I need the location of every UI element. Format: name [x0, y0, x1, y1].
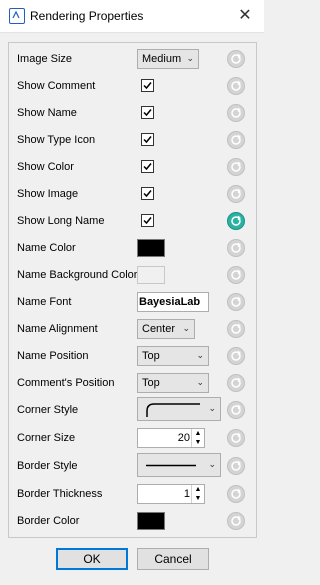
corner-size-value: 20	[177, 432, 190, 444]
name-color-label: Name Color	[17, 242, 76, 254]
chevron-down-icon: ⌄	[186, 53, 194, 63]
comments-position-label: Comment's Position	[17, 377, 115, 389]
reset-icon[interactable]	[227, 131, 245, 149]
name-alignment-label: Name Alignment	[17, 323, 98, 335]
reset-icon[interactable]	[227, 104, 245, 122]
name-position-value: Top	[142, 350, 160, 362]
reset-icon[interactable]	[227, 212, 245, 230]
row-show-long-name: Show Long Name	[9, 211, 256, 231]
spin-up-icon[interactable]: ▲	[191, 485, 204, 494]
corner-size-spinner[interactable]: 20 ▲ ▼	[137, 428, 205, 448]
image-size-select[interactable]: Medium ⌄	[137, 49, 199, 69]
row-show-name: Show Name	[9, 103, 256, 123]
show-image-label: Show Image	[17, 188, 79, 200]
row-name-position: Name Position Top ⌄	[9, 346, 256, 366]
show-long-name-checkbox[interactable]	[141, 214, 154, 227]
chevron-down-icon: ⌄	[182, 323, 190, 333]
comments-position-value: Top	[142, 377, 160, 389]
name-color-swatch[interactable]	[137, 239, 165, 257]
window-title: Rendering Properties	[30, 9, 144, 23]
close-button[interactable]: ✕	[226, 0, 264, 32]
show-type-icon-checkbox[interactable]	[141, 133, 154, 146]
reset-icon[interactable]	[227, 185, 245, 203]
image-size-label: Image Size	[17, 53, 73, 65]
reset-icon[interactable]	[227, 50, 245, 68]
reset-icon[interactable]	[227, 485, 245, 503]
row-show-comment: Show Comment	[9, 76, 256, 96]
chevron-down-icon: ⌄	[196, 350, 204, 360]
reset-icon[interactable]	[227, 293, 245, 311]
row-name-background-color: Name Background Color	[9, 265, 256, 285]
name-font-value: BayesiaLab	[139, 296, 201, 308]
name-background-color-label: Name Background Color	[17, 269, 138, 281]
chevron-down-icon: ⌄	[208, 459, 216, 469]
spin-down-icon[interactable]: ▼	[191, 494, 204, 503]
reset-icon[interactable]	[227, 457, 245, 475]
corner-size-label: Corner Size	[17, 432, 76, 444]
row-name-alignment: Name Alignment Center ⌄	[9, 319, 256, 339]
border-color-swatch[interactable]	[137, 512, 165, 530]
show-color-checkbox[interactable]	[141, 160, 154, 173]
show-type-icon-label: Show Type Icon	[17, 134, 96, 146]
show-comment-checkbox[interactable]	[141, 79, 154, 92]
row-name-color: Name Color	[9, 238, 256, 258]
show-name-checkbox[interactable]	[141, 106, 154, 119]
name-alignment-select[interactable]: Center ⌄	[137, 319, 195, 339]
app-icon	[9, 8, 25, 24]
name-font-button[interactable]: BayesiaLab	[137, 292, 209, 312]
reset-icon[interactable]	[227, 401, 245, 419]
reset-icon[interactable]	[227, 374, 245, 392]
row-border-style: Border Style ⌄	[9, 453, 256, 479]
row-show-type-icon: Show Type Icon	[9, 130, 256, 150]
name-position-label: Name Position	[17, 350, 89, 362]
solid-line-preview-icon	[146, 464, 196, 467]
show-color-label: Show Color	[17, 161, 74, 173]
spin-up-icon[interactable]: ▲	[191, 429, 204, 438]
name-position-select[interactable]: Top ⌄	[137, 346, 209, 366]
chevron-down-icon: ⌄	[208, 403, 216, 413]
row-show-color: Show Color	[9, 157, 256, 177]
reset-icon[interactable]	[227, 512, 245, 530]
ok-button[interactable]: OK	[56, 548, 128, 570]
row-show-image: Show Image	[9, 184, 256, 204]
row-name-font: Name Font BayesiaLab	[9, 292, 256, 312]
cancel-button[interactable]: Cancel	[137, 548, 209, 570]
corner-style-select[interactable]: ⌄	[137, 397, 221, 421]
border-style-label: Border Style	[17, 460, 78, 472]
name-alignment-value: Center	[142, 323, 176, 335]
reset-icon[interactable]	[227, 158, 245, 176]
row-corner-size: Corner Size 20 ▲ ▼	[9, 428, 256, 448]
show-long-name-label: Show Long Name	[17, 215, 105, 227]
comments-position-select[interactable]: Top ⌄	[137, 373, 209, 393]
border-color-label: Border Color	[17, 515, 80, 527]
border-thickness-spinner[interactable]: 1 ▲ ▼	[137, 484, 205, 504]
row-image-size: Image Size Medium ⌄	[9, 49, 256, 69]
row-border-thickness: Border Thickness 1 ▲ ▼	[9, 484, 256, 504]
properties-panel: Image Size Medium ⌄ Show Comment Show Na…	[8, 42, 257, 538]
title-bar: Rendering Properties ✕	[0, 0, 264, 33]
corner-style-label: Corner Style	[17, 404, 79, 416]
border-thickness-value: 1	[183, 488, 190, 500]
reset-icon[interactable]	[227, 266, 245, 284]
border-thickness-label: Border Thickness	[17, 488, 103, 500]
name-font-label: Name Font	[17, 296, 72, 308]
rounded-corner-preview-icon	[146, 403, 200, 417]
row-border-color: Border Color	[9, 511, 256, 531]
row-comments-position: Comment's Position Top ⌄	[9, 373, 256, 393]
show-comment-label: Show Comment	[17, 80, 96, 92]
reset-icon[interactable]	[227, 320, 245, 338]
reset-icon[interactable]	[227, 239, 245, 257]
row-corner-style: Corner Style ⌄	[9, 397, 256, 423]
chevron-down-icon: ⌄	[196, 377, 204, 387]
spin-down-icon[interactable]: ▼	[191, 438, 204, 447]
reset-icon[interactable]	[227, 429, 245, 447]
reset-icon[interactable]	[227, 77, 245, 95]
name-background-color-swatch[interactable]	[137, 266, 165, 284]
show-name-label: Show Name	[17, 107, 77, 119]
show-image-checkbox[interactable]	[141, 187, 154, 200]
reset-icon[interactable]	[227, 347, 245, 365]
image-size-value: Medium	[142, 53, 182, 65]
border-style-select[interactable]: ⌄	[137, 453, 221, 477]
